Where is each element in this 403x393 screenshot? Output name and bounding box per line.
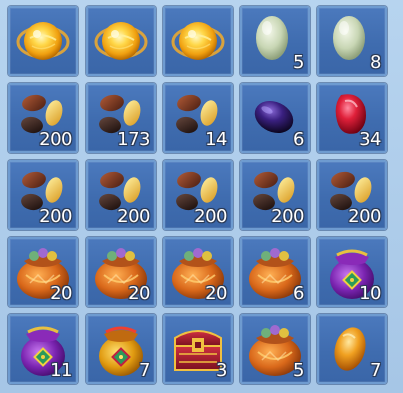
inventory-slot[interactable] <box>86 6 156 76</box>
item-quantity: 20 <box>50 283 72 304</box>
golden-orb-icon <box>171 22 225 60</box>
item-quantity: 173 <box>117 129 150 150</box>
item-quantity: 20 <box>205 283 227 304</box>
inventory-slot[interactable]: 5 <box>240 314 310 384</box>
inventory-slot[interactable]: 7 <box>86 314 156 384</box>
inventory-slot[interactable]: 200 <box>8 83 78 153</box>
item-quantity: 5 <box>293 360 304 381</box>
item-quantity: 200 <box>348 206 381 227</box>
golden-orb-icon <box>94 22 148 60</box>
inventory-slot[interactable]: 200 <box>8 160 78 230</box>
item-quantity: 8 <box>370 52 381 73</box>
item-quantity: 34 <box>359 129 381 150</box>
inventory-slot[interactable]: 5 <box>240 6 310 76</box>
item-quantity: 14 <box>205 129 227 150</box>
inventory-slot[interactable]: 14 <box>163 83 233 153</box>
item-quantity: 200 <box>39 129 72 150</box>
inventory-slot[interactable]: 200 <box>317 160 387 230</box>
inventory-slot[interactable]: 200 <box>240 160 310 230</box>
inventory-slot[interactable]: 20 <box>8 237 78 307</box>
inventory-slot[interactable]: 20 <box>163 237 233 307</box>
inventory-slot[interactable]: 6 <box>240 237 310 307</box>
item-quantity: 6 <box>293 283 304 304</box>
inventory-slot[interactable]: 20 <box>86 237 156 307</box>
item-quantity: 200 <box>271 206 304 227</box>
inventory-slot[interactable]: 7 <box>317 314 387 384</box>
inventory-slot[interactable] <box>8 6 78 76</box>
item-quantity: 200 <box>194 206 227 227</box>
inventory-slot[interactable] <box>163 6 233 76</box>
item-quantity: 20 <box>128 283 150 304</box>
item-quantity: 10 <box>359 283 381 304</box>
inventory-slot[interactable]: 11 <box>8 314 78 384</box>
inventory-slot[interactable]: 8 <box>317 6 387 76</box>
inventory-slot[interactable]: 3 <box>163 314 233 384</box>
inventory-slot[interactable]: 34 <box>317 83 387 153</box>
item-quantity: 200 <box>39 206 72 227</box>
item-quantity: 7 <box>139 360 150 381</box>
item-quantity: 11 <box>50 360 72 381</box>
inventory-slot[interactable]: 200 <box>163 160 233 230</box>
golden-orb-icon <box>16 22 70 60</box>
inventory-slot[interactable]: 200 <box>86 160 156 230</box>
item-quantity: 5 <box>293 52 304 73</box>
item-quantity: 6 <box>293 129 304 150</box>
item-quantity: 3 <box>216 360 227 381</box>
inventory-slot[interactable]: 6 <box>240 83 310 153</box>
inventory-grid: 5 8 200 173 14 6 34 200 200 200 200 200 … <box>0 0 403 393</box>
item-quantity: 7 <box>370 360 381 381</box>
item-quantity: 200 <box>117 206 150 227</box>
inventory-slot[interactable]: 10 <box>317 237 387 307</box>
inventory-slot[interactable]: 173 <box>86 83 156 153</box>
